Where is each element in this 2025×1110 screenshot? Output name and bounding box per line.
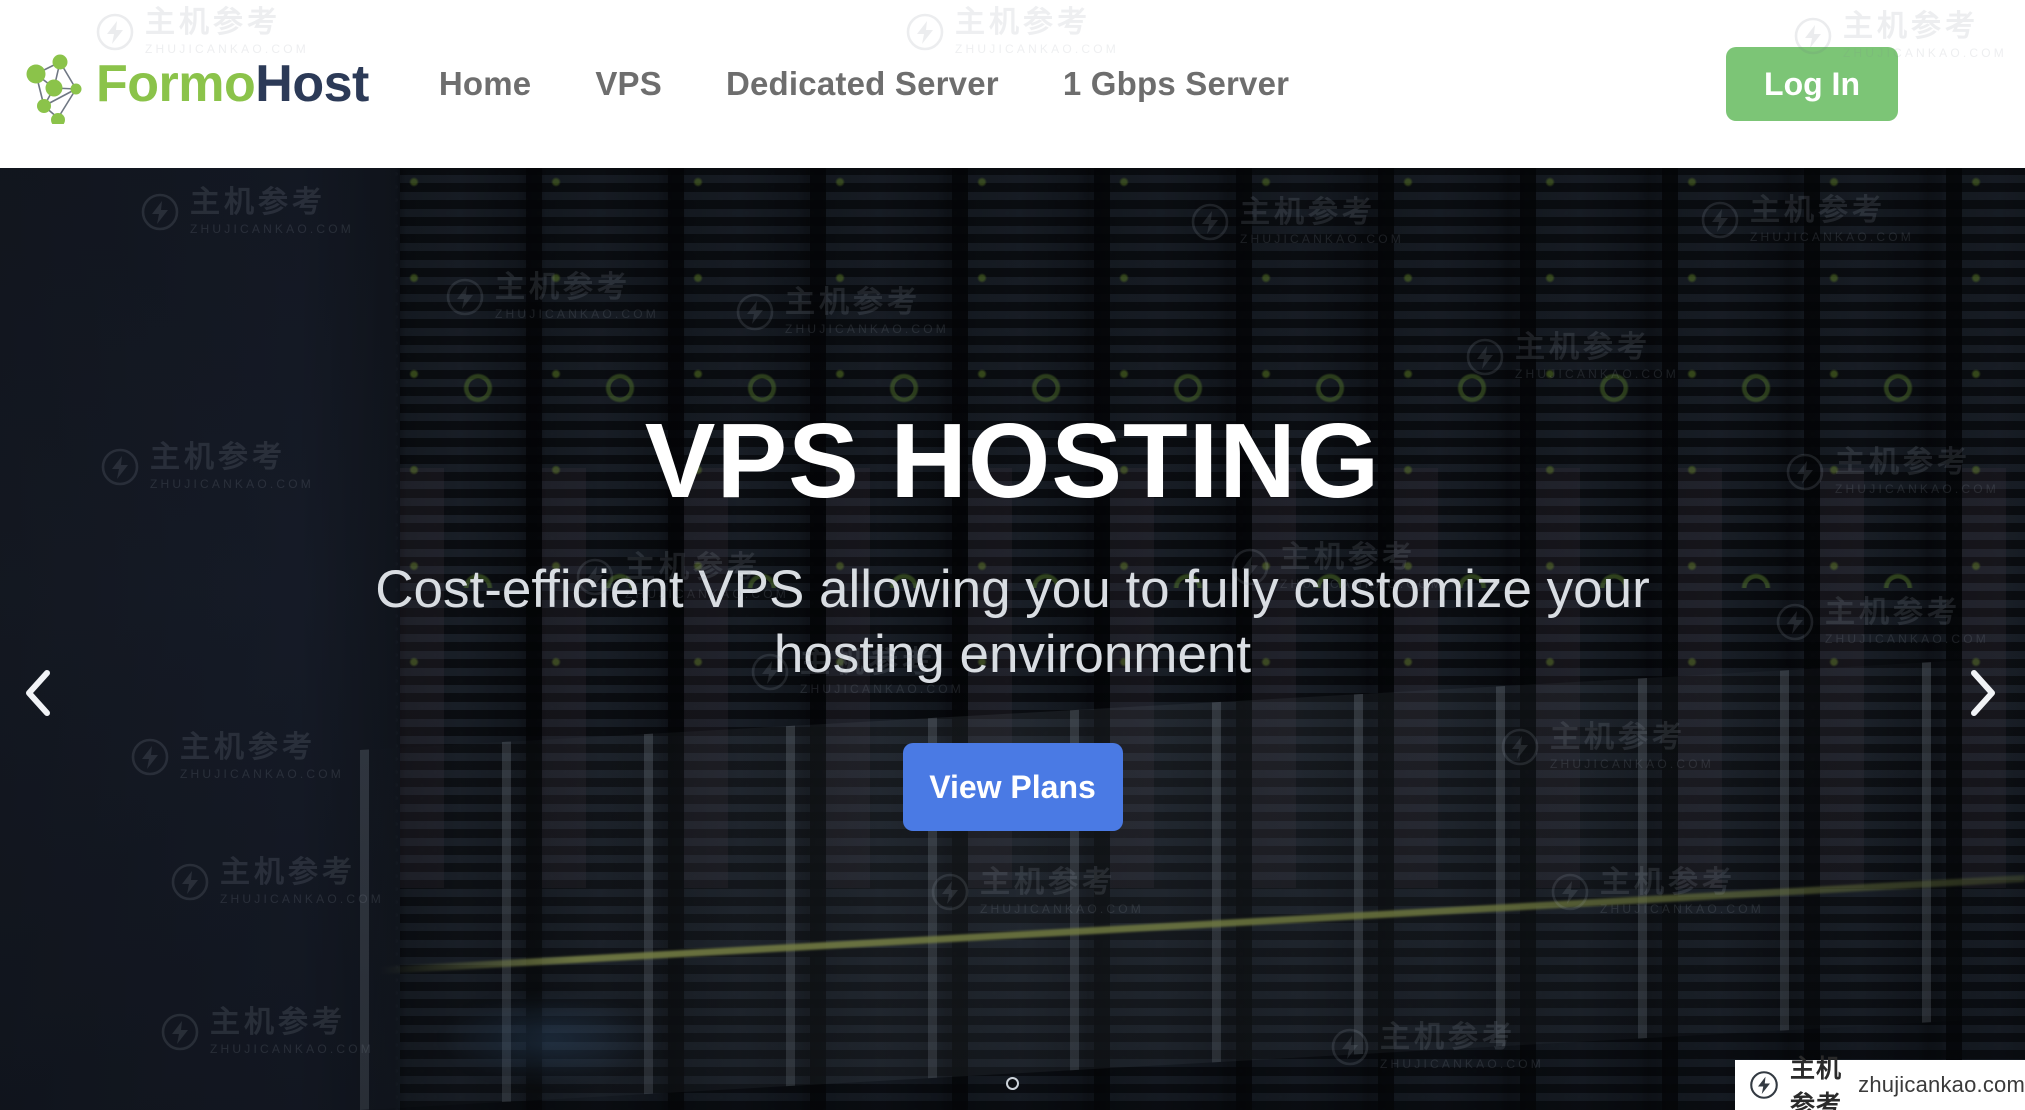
- carousel-dot-1[interactable]: [1006, 1077, 1019, 1090]
- carousel-next-button[interactable]: [1951, 662, 2013, 724]
- lightning-circle-icon: [906, 13, 944, 50]
- badge-url-text: zhujicankao.com: [1858, 1072, 2025, 1097]
- chevron-right-icon: [1971, 670, 1995, 716]
- nav-item-vps[interactable]: VPS: [595, 57, 662, 111]
- network-nodes-icon: [26, 54, 82, 124]
- page-root: FormoHost Home VPS Dedicated Server 1 Gb…: [0, 0, 2025, 1110]
- watermark-cn-text: 主机参考: [1842, 9, 1979, 44]
- brand-name-second: Host: [255, 55, 369, 113]
- carousel-prev-button[interactable]: [8, 662, 70, 724]
- brand-logo-link[interactable]: FormoHost: [14, 34, 369, 134]
- view-plans-button[interactable]: View Plans: [902, 743, 1123, 832]
- primary-navigation: Home VPS Dedicated Server 1 Gbps Server: [439, 57, 1289, 111]
- nav-item-1gbps-server[interactable]: 1 Gbps Server: [1063, 57, 1289, 111]
- login-button[interactable]: Log In: [1726, 47, 1898, 121]
- watermark-header-center: 主机参考 ZHUJICANKAO.COM: [905, 8, 1119, 55]
- site-watermark-badge: 主机参考 zhujicankao.com: [1735, 1054, 2025, 1110]
- hero-carousel: 主机参考ZHUJICANKAO.COM 主机参考ZHUJICANKAO.COM …: [0, 168, 2025, 1110]
- lightning-circle-icon: [1750, 1071, 1778, 1099]
- carousel-dots: [0, 1077, 2025, 1090]
- brand-name-first: Formo: [96, 55, 256, 113]
- nav-item-home[interactable]: Home: [439, 57, 532, 111]
- watermark-en-text: ZHUJICANKAO.COM: [955, 42, 1120, 56]
- brand-wordmark: FormoHost: [96, 58, 369, 110]
- nav-item-dedicated-server[interactable]: Dedicated Server: [726, 57, 999, 111]
- watermark-cn-text: 主机参考: [955, 5, 1091, 40]
- badge-cn-text: 主机参考: [1790, 1054, 1843, 1110]
- chevron-left-icon: [26, 670, 50, 716]
- hero-overlay-dim: [0, 168, 2025, 1110]
- site-header: FormoHost Home VPS Dedicated Server 1 Gb…: [0, 0, 2025, 168]
